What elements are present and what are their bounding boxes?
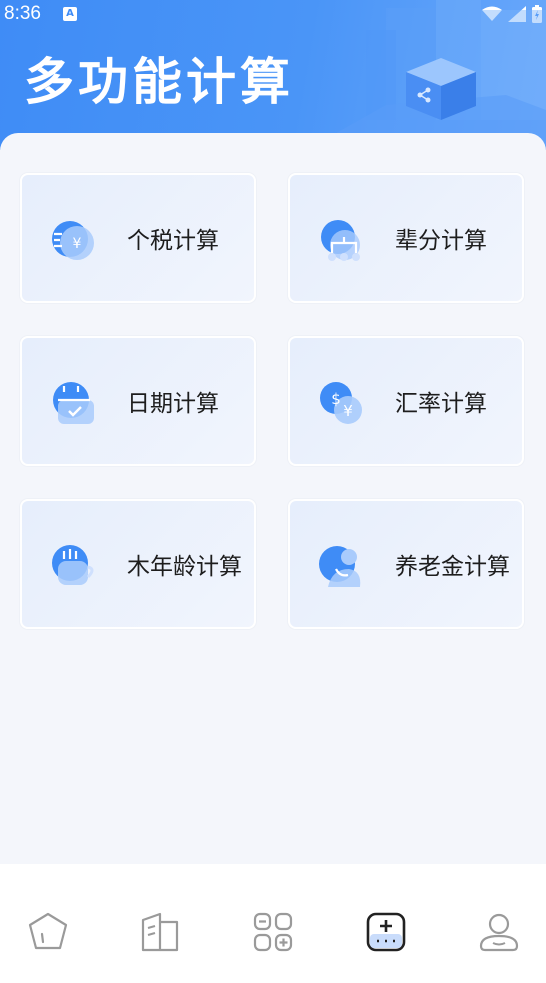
pension-icon [319, 546, 361, 587]
card-tax[interactable]: ¥ 个税计算 [20, 173, 256, 303]
bottom-tab-bar [0, 864, 546, 983]
city-illustration [306, 0, 546, 150]
calendar-icon [53, 382, 94, 424]
book-icon[interactable] [138, 910, 182, 954]
card-label: 个税计算 [127, 228, 219, 254]
card-generation[interactable]: 辈分计算 [288, 173, 524, 303]
calculator-grid-icon[interactable] [251, 910, 295, 954]
card-date[interactable]: 日期计算 [20, 336, 256, 466]
card-age[interactable]: 木年龄计算 [20, 499, 256, 629]
card-label: 木年龄计算 [127, 554, 242, 580]
home-icon[interactable] [26, 910, 70, 954]
card-label: 养老金计算 [395, 554, 510, 580]
card-label: 辈分计算 [395, 228, 487, 254]
svg-text:¥: ¥ [73, 236, 82, 252]
age-icon [52, 545, 94, 585]
plus-calculator-icon[interactable] [364, 910, 408, 954]
page-title: 多功能计算 [24, 53, 294, 111]
svg-text:$: $ [331, 390, 341, 408]
family-icon [321, 220, 360, 261]
tax-icon: ¥ [52, 221, 94, 260]
content-area: ¥ 个税计算 辈分计算 日期计算 $ ¥ 汇率计算 木年龄计算 养老金计算 [0, 133, 546, 864]
notification-icon: A [63, 7, 77, 21]
card-label: 汇率计算 [395, 391, 487, 417]
header: 8:36 A 多功能计算 [0, 0, 546, 150]
svg-text:¥: ¥ [343, 402, 353, 420]
card-exchange[interactable]: $ ¥ 汇率计算 [288, 336, 524, 466]
exchange-icon: $ ¥ [320, 382, 362, 424]
user-icon[interactable] [477, 910, 521, 954]
card-label: 日期计算 [127, 391, 219, 417]
card-pension[interactable]: 养老金计算 [288, 499, 524, 629]
status-time: 8:36 [4, 3, 41, 24]
